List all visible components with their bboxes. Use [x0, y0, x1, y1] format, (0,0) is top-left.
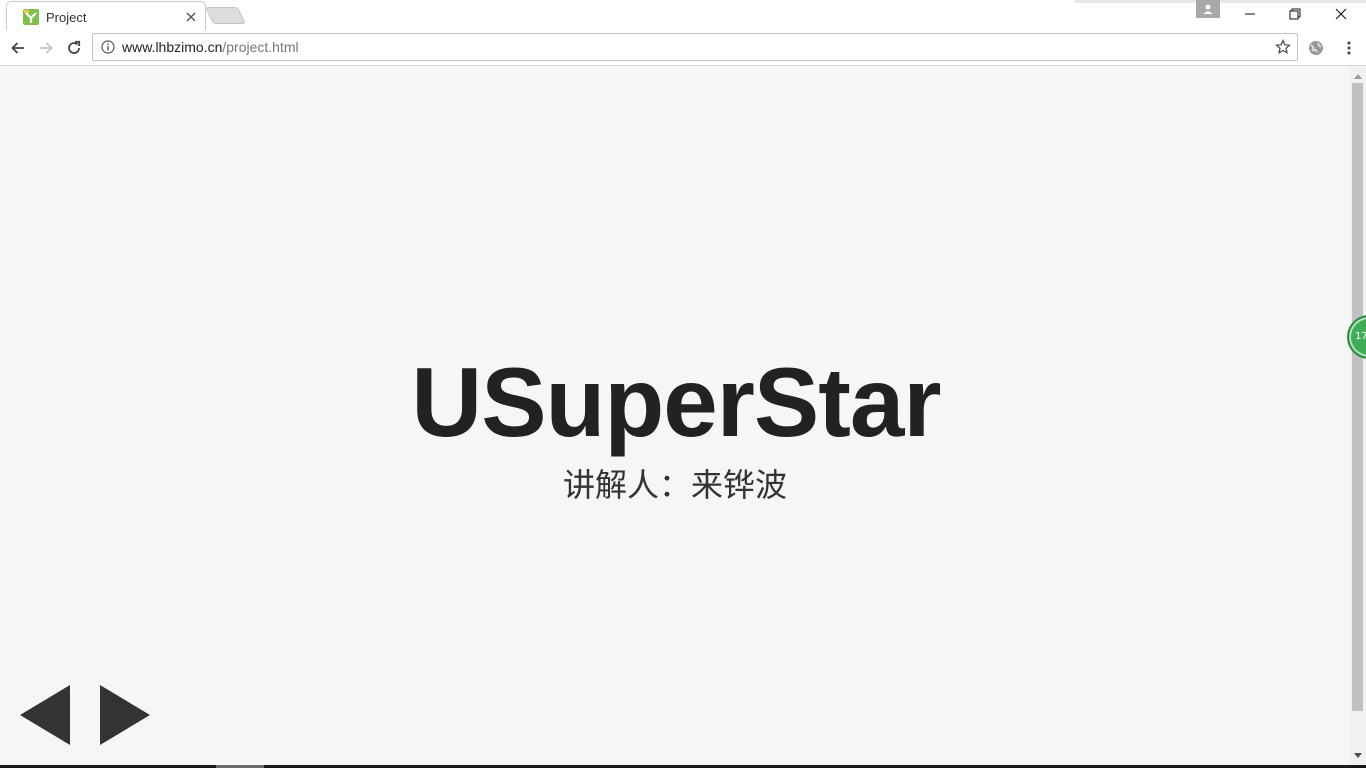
forward-arrow-icon[interactable]: [33, 35, 59, 61]
tab-title: Project: [46, 9, 87, 25]
scrollbar-thumb[interactable]: [1352, 83, 1363, 711]
slide-page: USuperStar 讲解人：来铧波: [0, 67, 1350, 765]
vertical-scrollbar[interactable]: [1350, 67, 1366, 765]
new-tab-button[interactable]: [205, 7, 246, 24]
minimize-button[interactable]: [1227, 0, 1273, 28]
slide-title: USuperStar: [411, 347, 941, 457]
address-bar[interactable]: www.lhbzimo.cn/project.html: [92, 33, 1298, 61]
scroll-down-arrow-icon[interactable]: [1350, 749, 1366, 763]
floating-badge-text: 17: [1355, 331, 1366, 342]
restore-button[interactable]: [1272, 0, 1318, 28]
back-arrow-icon[interactable]: [5, 35, 31, 61]
tab-close-icon[interactable]: [183, 9, 199, 25]
bookmark-star-icon[interactable]: [1275, 39, 1291, 55]
tab-strip: Project: [0, 0, 1366, 30]
previous-slide-arrow-icon[interactable]: [20, 685, 70, 745]
site-info-icon[interactable]: [101, 40, 115, 54]
reload-icon[interactable]: [61, 35, 87, 61]
browser-window: Project www.lhbzimo.cn/project.html USup…: [0, 0, 1366, 768]
extension-globe-icon[interactable]: [1303, 35, 1329, 61]
menu-kebab-icon[interactable]: [1336, 35, 1362, 61]
site-favicon-icon: [23, 9, 39, 25]
slide-subtitle: 讲解人：来铧波: [562, 467, 787, 503]
profile-avatar-icon[interactable]: [1196, 0, 1220, 18]
url-host: www.lhbzimo.cn: [122, 39, 223, 55]
next-slide-arrow-icon[interactable]: [100, 685, 150, 745]
url-path: /project.html: [222, 39, 299, 55]
url-text: www.lhbzimo.cn/project.html: [122, 39, 299, 55]
browser-toolbar: www.lhbzimo.cn/project.html: [0, 30, 1366, 66]
scroll-up-arrow-icon[interactable]: [1350, 69, 1366, 83]
tab-project[interactable]: Project: [6, 1, 206, 30]
close-window-button[interactable]: [1318, 0, 1364, 28]
